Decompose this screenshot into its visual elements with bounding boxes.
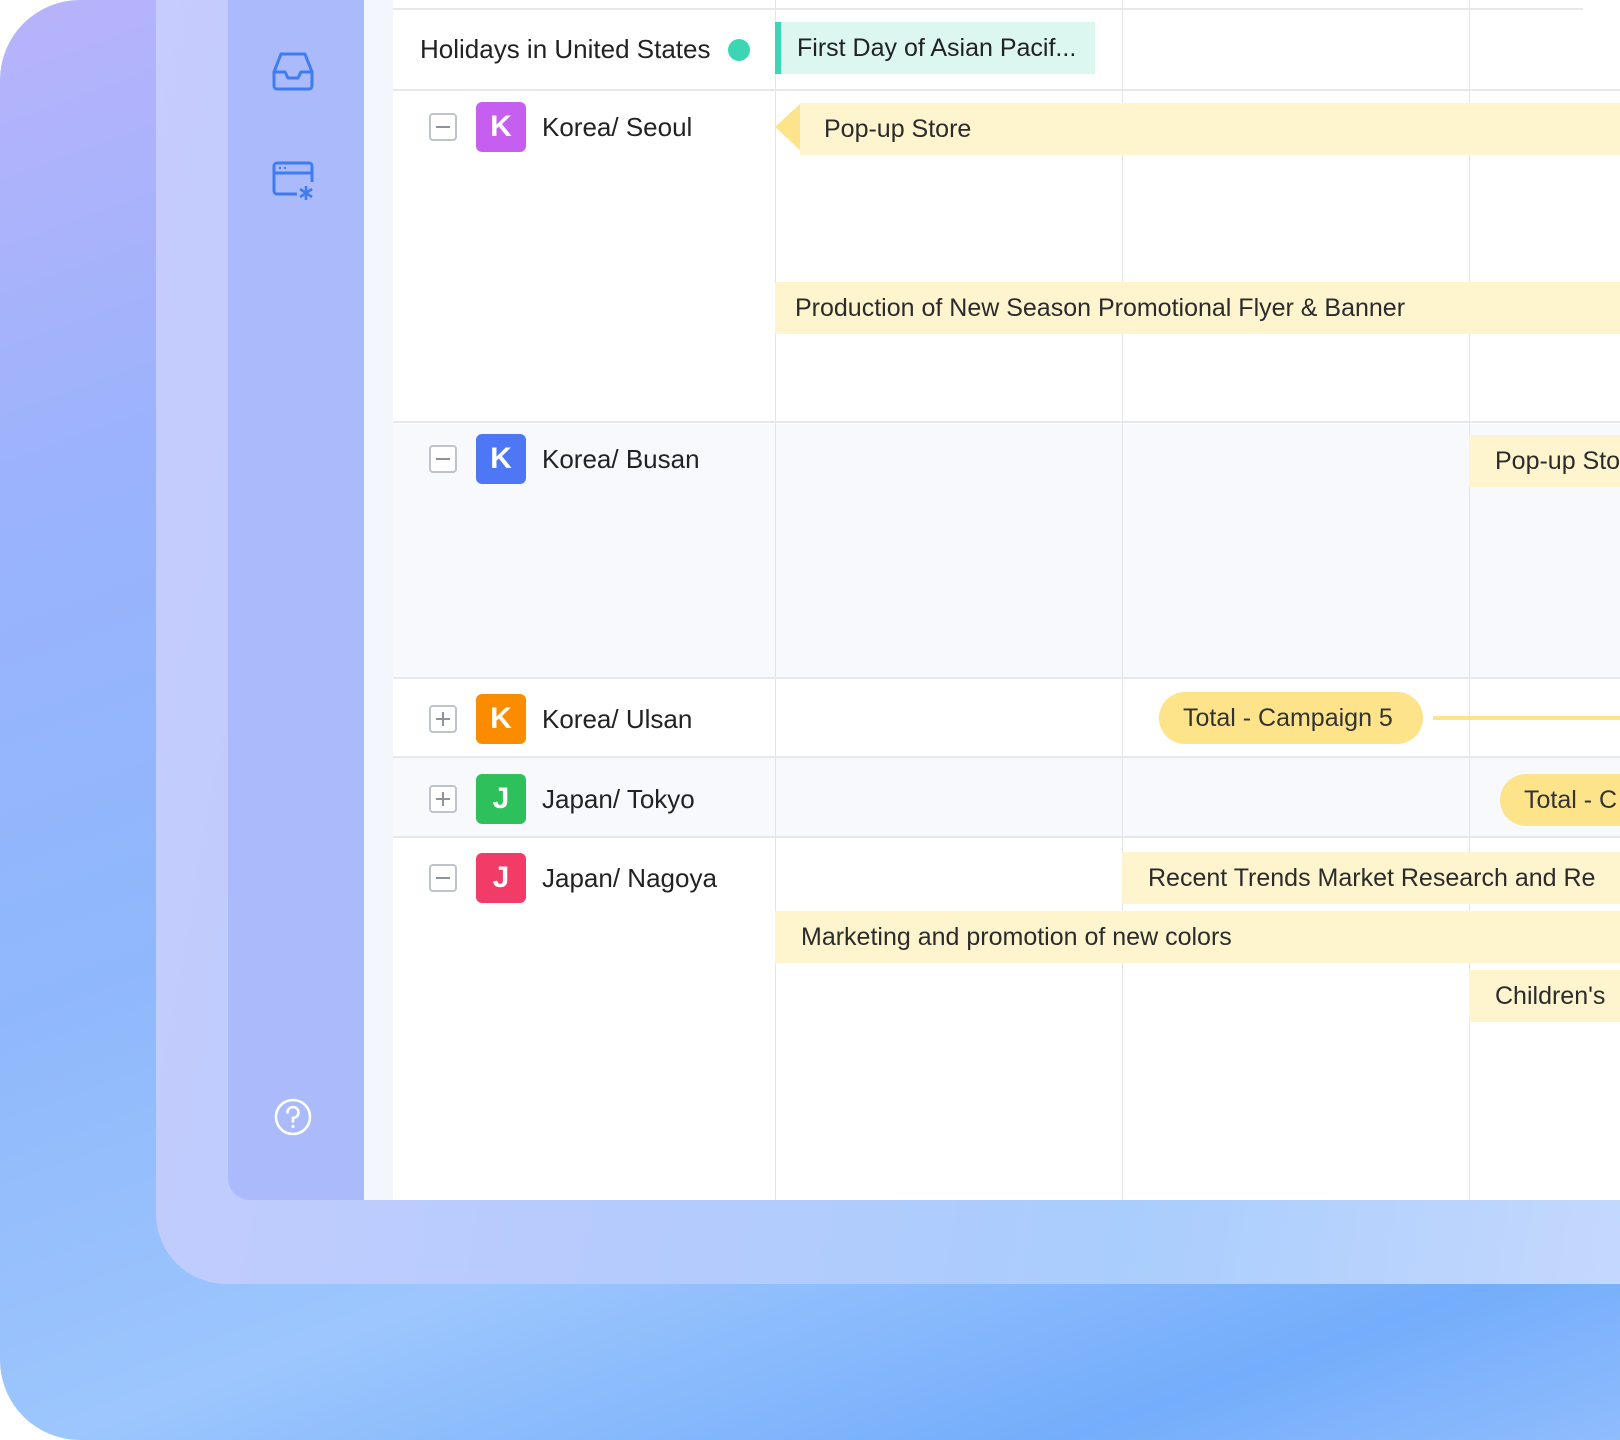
campaign-pill[interactable]: Total - Campaign 5 [1159,692,1423,744]
region-name: Korea/ Ulsan [542,704,693,734]
grid-divider [1122,0,1123,1200]
event-bar[interactable]: Children's [1469,970,1620,1022]
region-avatar: K [476,102,526,152]
collapse-toggle[interactable] [429,445,457,473]
holiday-calendar-label: Holidays in United States [420,34,711,64]
grid-divider [393,89,1620,91]
region-avatar: J [476,853,526,903]
region-avatar: K [476,694,526,744]
holiday-color-dot [728,39,750,61]
event-bar[interactable]: Pop-up Store [800,103,1620,155]
collapse-toggle[interactable] [429,864,457,892]
grid-divider [393,677,1620,679]
help-icon[interactable] [272,1094,318,1140]
event-bar[interactable]: Marketing and promotion of new colors [775,911,1620,963]
region-avatar: K [476,434,526,484]
campaign-line [1433,716,1620,720]
grid-divider [393,756,1620,758]
inbox-icon[interactable] [270,48,316,94]
calendar-settings-icon[interactable] [270,158,316,204]
region-name: Japan/ Nagoya [542,863,717,893]
region-name: Korea/ Seoul [542,112,693,142]
holiday-event[interactable]: First Day of Asian Pacif... [775,22,1095,74]
event-bar[interactable]: Recent Trends Market Research and Re [1122,852,1620,904]
event-bar[interactable]: Production of New Season Promotional Fly… [775,282,1620,334]
timeline-grid: Holidays in United States First Day of A… [393,0,1620,1200]
region-avatar: J [476,774,526,824]
expand-toggle[interactable] [429,785,457,813]
collapse-toggle[interactable] [429,113,457,141]
grid-divider [393,8,1583,10]
region-name: Japan/ Tokyo [542,784,695,814]
campaign-pill[interactable]: Total - C [1500,774,1620,826]
region-name: Korea/ Busan [542,444,700,474]
event-bar[interactable]: Pop-up Sto [1469,435,1620,487]
grid-divider [393,421,1620,423]
expand-toggle[interactable] [429,705,457,733]
grid-divider [775,0,776,1200]
grid-divider [393,836,1620,838]
overflow-arrow-icon [775,103,801,151]
